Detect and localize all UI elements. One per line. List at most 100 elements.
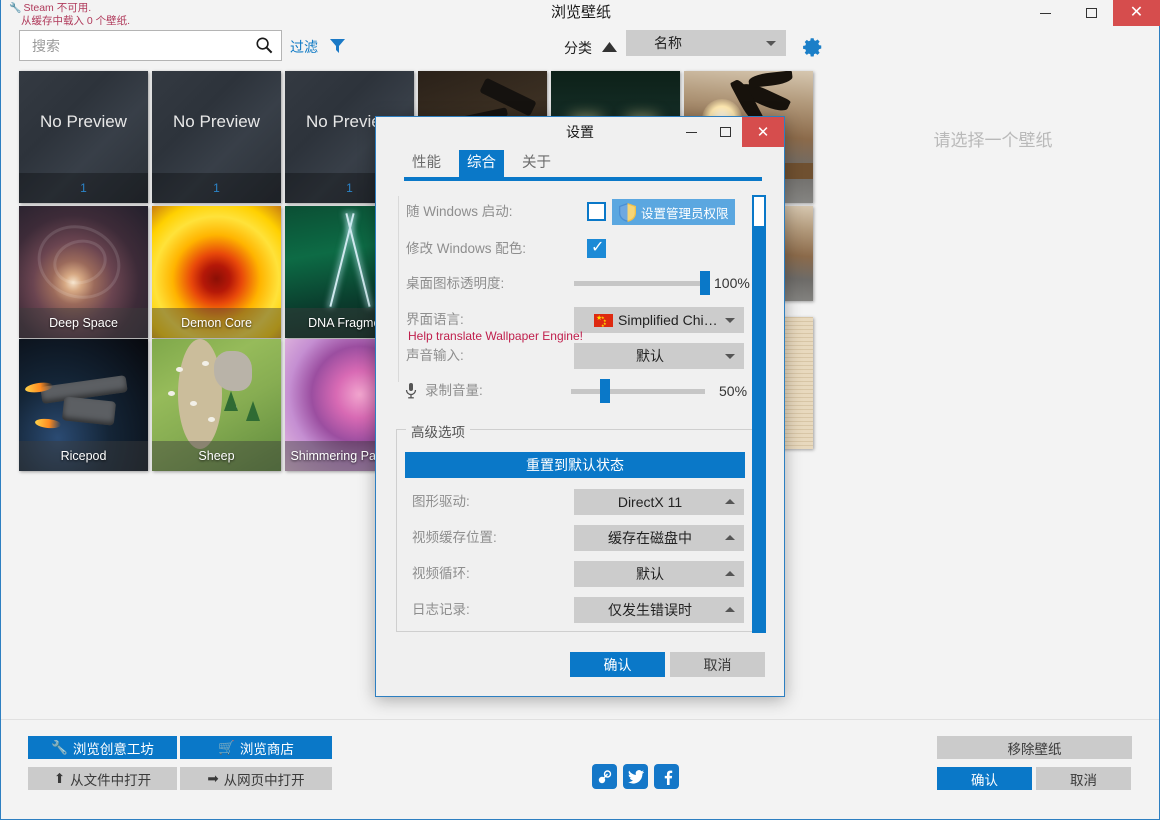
browse-workshop-button[interactable]: 🔧 浏览创意工坊 bbox=[28, 736, 177, 759]
minimize-button[interactable] bbox=[1023, 0, 1067, 26]
logging-select[interactable]: 仅发生错误时 bbox=[574, 597, 744, 623]
video-loop-select[interactable]: 默认 bbox=[574, 561, 744, 587]
funnel-icon[interactable] bbox=[329, 38, 346, 55]
search-box[interactable] bbox=[19, 30, 282, 61]
wallpaper-tile[interactable]: Demon Core bbox=[152, 206, 281, 338]
video-loop-row: 视频循环: bbox=[412, 561, 572, 587]
graphics-driver-select[interactable]: DirectX 11 bbox=[574, 489, 744, 515]
recording-volume-label: 录制音量: bbox=[425, 383, 483, 398]
cancel-label: 取消 bbox=[1070, 772, 1097, 788]
modify-windows-color-row: 修改 Windows 配色: bbox=[406, 236, 596, 262]
shield-icon bbox=[619, 202, 636, 222]
tab-general[interactable]: 综合 bbox=[459, 150, 504, 177]
settings-ok-button[interactable]: 确认 bbox=[570, 652, 665, 677]
interface-language-select[interactable]: ★ ★ ★ ★ ★ Simplified Chi… bbox=[574, 307, 744, 333]
video-cache-location-value: 缓存在磁盘中 bbox=[608, 530, 692, 546]
wallpaper-tile[interactable]: Deep Space bbox=[19, 206, 148, 338]
open-from-web-label: 从网页中打开 bbox=[223, 772, 305, 788]
remove-wallpaper-label: 移除壁纸 bbox=[1007, 741, 1062, 757]
reset-to-defaults-button[interactable]: 重置到默认状态 bbox=[405, 452, 745, 478]
facebook-icon[interactable] bbox=[654, 764, 679, 789]
sort-select-value: 名称 bbox=[654, 35, 682, 51]
recording-volume-row: 录制音量: bbox=[425, 378, 585, 404]
filter-label[interactable]: 过滤 bbox=[290, 37, 318, 57]
upload-icon: ⬆ bbox=[53, 770, 66, 786]
audio-input-label: 声音输入: bbox=[406, 348, 464, 363]
decor bbox=[214, 351, 252, 391]
decor bbox=[34, 417, 62, 430]
settings-minimize-button[interactable] bbox=[674, 117, 708, 147]
desktop-icon-opacity-slider[interactable] bbox=[574, 281, 705, 286]
browse-store-button[interactable]: 🛒 浏览商店 bbox=[180, 736, 332, 759]
chevron-down-icon bbox=[725, 318, 735, 323]
steam-icon[interactable] bbox=[592, 764, 617, 789]
settings-cancel-button[interactable]: 取消 bbox=[670, 652, 765, 677]
settings-maximize-button[interactable] bbox=[708, 117, 742, 147]
set-admin-rights-button[interactable]: 设置管理员权限 bbox=[612, 199, 735, 225]
sort-select[interactable]: 名称 bbox=[626, 30, 786, 56]
start-with-windows-row: 随 Windows 启动: bbox=[406, 199, 586, 225]
tile-count: 1 bbox=[19, 173, 148, 203]
decor bbox=[208, 417, 215, 422]
sort-ascending-icon[interactable] bbox=[602, 42, 617, 52]
start-with-windows-checkbox[interactable] bbox=[587, 202, 606, 221]
maximize-button[interactable] bbox=[1069, 0, 1113, 26]
cancel-button[interactable]: 取消 bbox=[1036, 767, 1131, 790]
decor bbox=[168, 391, 175, 396]
settings-dialog-scroll-thumb[interactable] bbox=[752, 195, 766, 228]
tile-count: 1 bbox=[152, 173, 281, 203]
help-translate-link[interactable]: Help translate Wallpaper Engine! bbox=[408, 329, 583, 343]
remove-wallpaper-button[interactable]: 移除壁纸 bbox=[937, 736, 1132, 759]
graphics-driver-label: 图形驱动: bbox=[412, 494, 470, 509]
recording-volume-slider[interactable] bbox=[571, 389, 705, 394]
social-links bbox=[592, 764, 679, 789]
settings-tabs: 性能 综合 关于 bbox=[376, 150, 784, 181]
twitter-icon[interactable] bbox=[623, 764, 648, 789]
chevron-up-icon bbox=[725, 499, 735, 504]
tile-title: Deep Space bbox=[19, 308, 148, 338]
search-icon[interactable] bbox=[255, 36, 274, 55]
decor bbox=[202, 361, 209, 366]
wallpaper-tile[interactable]: No Preview 1 bbox=[152, 71, 281, 203]
decor bbox=[61, 396, 117, 426]
audio-input-select[interactable]: 默认 bbox=[574, 343, 744, 369]
search-input[interactable] bbox=[30, 31, 250, 60]
open-from-file-button[interactable]: ⬆ 从文件中打开 bbox=[28, 767, 177, 790]
desktop-icon-opacity-label: 桌面图标透明度: bbox=[406, 276, 505, 291]
wallpaper-tile[interactable]: No Preview 1 bbox=[19, 71, 148, 203]
desktop-icon-opacity-row: 桌面图标透明度: bbox=[406, 271, 596, 297]
browse-workshop-label: 浏览创意工坊 bbox=[72, 741, 154, 757]
settings-dialog-scrollbar[interactable] bbox=[752, 195, 766, 633]
decor bbox=[748, 71, 794, 88]
minimize-icon bbox=[1039, 12, 1051, 14]
graphics-driver-value: DirectX 11 bbox=[617, 494, 683, 510]
video-cache-location-select[interactable]: 缓存在磁盘中 bbox=[574, 525, 744, 551]
cart-icon: 🛒 bbox=[218, 739, 235, 755]
ok-button[interactable]: 确认 bbox=[937, 767, 1032, 790]
recording-volume-slider-thumb[interactable] bbox=[600, 379, 610, 403]
desktop-icon-opacity-slider-thumb[interactable] bbox=[700, 271, 710, 295]
modify-windows-color-checkbox[interactable] bbox=[587, 237, 606, 258]
tab-performance[interactable]: 性能 bbox=[404, 150, 449, 177]
settings-close-button[interactable]: ✕ bbox=[742, 117, 784, 147]
tab-about[interactable]: 关于 bbox=[514, 150, 559, 177]
recording-volume-value: 50% bbox=[719, 383, 748, 399]
settings-cancel-label: 取消 bbox=[703, 656, 732, 673]
set-admin-rights-label: 设置管理员权限 bbox=[641, 206, 729, 221]
main-titlebar: 浏览壁纸 ✕ bbox=[1, 0, 1160, 26]
close-button[interactable]: ✕ bbox=[1113, 0, 1160, 26]
preview-placeholder-hint: 请选择一个壁纸 bbox=[933, 131, 1053, 150]
steam-status-notice: 🔧 Steam 不可用. 从缓存中载入 0 个壁纸. bbox=[9, 2, 130, 28]
chevron-up-icon bbox=[725, 535, 735, 540]
top-toolbar: 过滤 分类 名称 bbox=[1, 26, 1160, 70]
microphone-icon bbox=[405, 383, 417, 399]
wallpaper-tile[interactable]: Sheep bbox=[152, 339, 281, 471]
wallpaper-tile[interactable]: Ricepod bbox=[19, 339, 148, 471]
gear-icon[interactable] bbox=[802, 36, 824, 58]
bottom-right-toolbar: 移除壁纸 确认 取消 bbox=[937, 736, 1132, 790]
open-from-web-button[interactable]: ➡ 从网页中打开 bbox=[180, 767, 332, 790]
page-title: 浏览壁纸 bbox=[550, 4, 611, 21]
graphics-driver-row: 图形驱动: bbox=[412, 489, 572, 515]
tile-title: Sheep bbox=[152, 441, 281, 471]
start-with-windows-label: 随 Windows 启动: bbox=[406, 204, 513, 219]
